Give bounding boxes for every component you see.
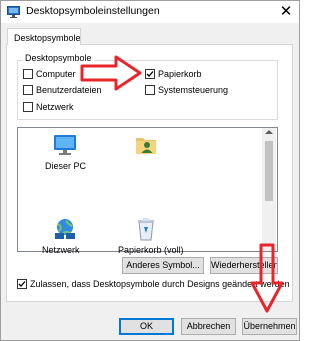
checkmark-icon	[18, 281, 26, 287]
checkbox-computer-label: Computer	[36, 69, 76, 79]
scroll-thumb[interactable]	[265, 141, 273, 201]
checkbox-systemsteuerung-label: Systemsteuerung	[158, 85, 229, 95]
desktop-settings-icon	[7, 6, 20, 18]
checkmark-icon	[146, 71, 154, 77]
icon-label-dieser-pc: Dieser PC	[45, 161, 87, 171]
checkbox-allow-themes[interactable]	[17, 279, 27, 289]
change-icon-button[interactable]: Anderes Symbol...	[122, 257, 204, 274]
icon-label-papierkorb-voll: Papierkorb (voll)	[118, 245, 184, 255]
window-title: Desktopsymboleinstellungen	[26, 5, 160, 17]
scroll-up-icon[interactable]	[265, 130, 273, 134]
user-folder-icon[interactable]	[135, 134, 157, 156]
red-arrow-right-icon	[80, 55, 142, 91]
checkbox-netzwerk-label: Netzwerk	[36, 102, 74, 112]
checkbox-papierkorb-label: Papierkorb	[158, 69, 202, 79]
vertical-scrollbar[interactable]	[262, 128, 276, 251]
ok-button[interactable]: OK	[119, 318, 174, 335]
checkbox-systemsteuerung[interactable]	[145, 85, 155, 95]
computer-icon[interactable]	[53, 134, 77, 156]
checkbox-netzwerk[interactable]	[23, 102, 33, 112]
tab-desktopsymbole[interactable]: Desktopsymbole	[7, 28, 81, 45]
checkbox-benutzerdateien[interactable]	[23, 85, 33, 95]
apply-button[interactable]: Übernehmen	[242, 318, 297, 335]
icon-label-netzwerk: Netzwerk	[42, 245, 80, 255]
cancel-button[interactable]: Abbrechen	[181, 318, 236, 335]
network-icon[interactable]	[53, 218, 77, 240]
red-arrow-down-icon	[250, 243, 284, 313]
recycle-bin-full-icon[interactable]	[136, 217, 156, 241]
title-bar: Desktopsymboleinstellungen ✕	[1, 1, 299, 23]
checkbox-papierkorb[interactable]	[145, 69, 155, 79]
checkbox-computer[interactable]	[23, 69, 33, 79]
close-icon[interactable]: ✕	[275, 2, 297, 22]
